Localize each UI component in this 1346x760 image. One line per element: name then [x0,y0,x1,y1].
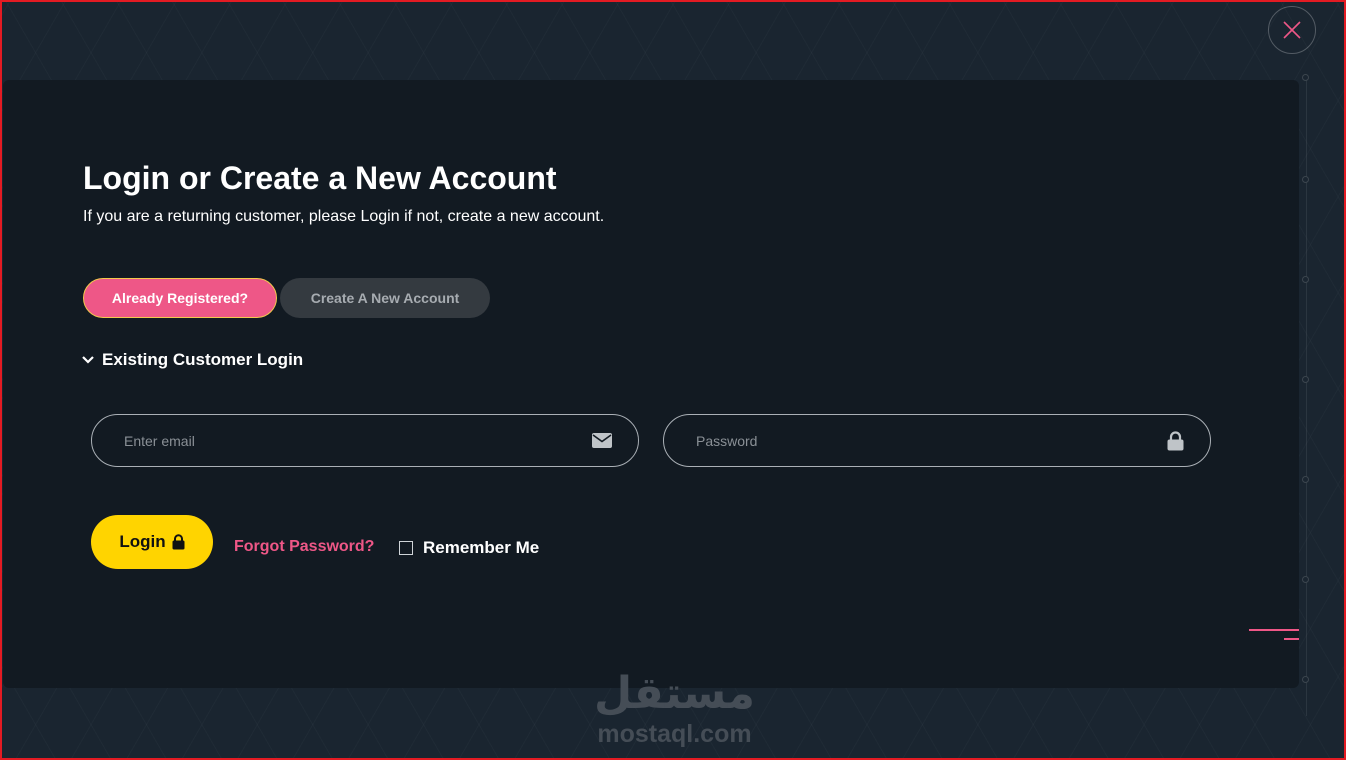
login-label: Login [119,532,166,551]
email-field-wrapper [91,414,639,467]
remember-me-checkbox[interactable] [399,541,413,555]
login-button[interactable]: Login [91,515,213,569]
password-field-wrapper [663,414,1211,467]
remember-me-label: Remember Me [423,538,540,557]
close-button[interactable] [1268,6,1316,54]
rail-dot [1302,376,1309,383]
rail-dot [1302,276,1309,283]
decorative-line [1249,629,1299,631]
tab-already-registered[interactable]: Already Registered? [83,278,277,318]
rail-dot [1302,74,1309,81]
forgot-password-link[interactable]: Forgot Password? [234,538,374,556]
lock-icon [1167,430,1184,451]
lock-icon [172,534,185,550]
envelope-icon [592,433,612,448]
remember-me-toggle[interactable]: Remember Me [399,538,539,558]
password-input[interactable] [694,431,1167,450]
watermark-arabic: مستقل [594,668,755,719]
login-modal: Login or Create a New Account If you are… [3,80,1299,688]
watermark-latin: mostaql.com [597,720,752,748]
rail-dot [1302,576,1309,583]
rail-dot [1302,176,1309,183]
existing-customer-login-toggle[interactable]: Existing Customer Login [82,350,303,370]
close-icon [1283,21,1301,39]
decorative-rail [1306,76,1307,716]
email-input[interactable] [122,431,592,450]
tab-create-account[interactable]: Create A New Account [280,278,490,318]
watermark-logo: مستقل mostaql.com [592,668,757,748]
rail-dot [1302,476,1309,483]
page-title: Login or Create a New Account [83,160,557,196]
section-label: Existing Customer Login [102,350,304,369]
decorative-line [1284,638,1299,640]
chevron-down-icon [82,356,94,364]
rail-dot [1302,676,1309,683]
page-subtitle: If you are a returning customer, please … [83,208,605,225]
